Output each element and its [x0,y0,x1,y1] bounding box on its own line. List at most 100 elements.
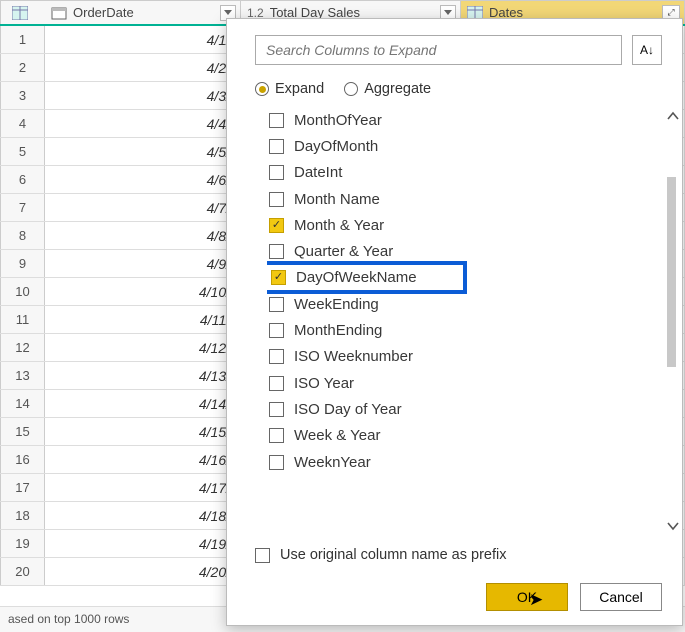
table-icon [12,6,28,20]
row-gutter-header[interactable] [0,1,45,24]
column-option[interactable]: ISO Weeknumber [267,344,650,370]
checkbox-icon [271,270,286,285]
checkbox-icon [269,113,284,128]
radio-aggregate[interactable]: Aggregate [344,81,431,97]
row-number: 3 [0,82,45,109]
cell-orderdate: 4/17/ [45,474,241,501]
checkbox-icon [269,218,284,233]
column-option[interactable]: DayOfMonth [267,133,650,159]
column-option[interactable]: ISO Year [267,370,650,396]
cell-orderdate: 4/3/ [45,82,241,109]
prefix-checkbox[interactable] [255,548,270,563]
column-option[interactable]: DayOfWeekName [267,265,650,291]
scroll-up-icon[interactable] [664,107,682,125]
cell-orderdate: 4/4/ [45,110,241,137]
checkbox-icon [269,455,284,470]
checkbox-icon [269,192,284,207]
row-number: 8 [0,222,45,249]
column-option-label: Week & Year [294,427,380,444]
cell-orderdate: 4/19/ [45,530,241,557]
column-option-label: DateInt [294,164,342,181]
cell-orderdate: 4/14/ [45,390,241,417]
cell-orderdate: 4/5/ [45,138,241,165]
cell-orderdate: 4/13/ [45,362,241,389]
column-option[interactable]: WeeknYear [267,449,650,475]
column-header-label: OrderDate [73,5,134,20]
cell-orderdate: 4/9/ [45,250,241,277]
column-option-label: WeekEnding [294,296,379,313]
radio-label: Aggregate [364,81,431,97]
column-option[interactable]: Month Name [267,186,650,212]
cell-orderdate: 4/18/ [45,502,241,529]
column-option-label: WeeknYear [294,454,371,471]
checkbox-icon [269,139,284,154]
cancel-label: Cancel [599,589,643,605]
column-option-label: DayOfMonth [294,138,378,155]
checkbox-icon [269,244,284,259]
row-number: 14 [0,390,45,417]
radio-expand[interactable]: Expand [255,81,324,97]
row-number: 4 [0,110,45,137]
column-option-label: Month Name [294,191,380,208]
column-option[interactable]: ISO Day of Year [267,396,650,422]
column-header-orderdate[interactable]: OrderDate [45,1,241,24]
row-number: 15 [0,418,45,445]
row-number: 10 [0,278,45,305]
row-number: 6 [0,166,45,193]
prefix-label: Use original column name as prefix [280,547,506,563]
scroll-down-icon[interactable] [664,517,682,535]
scroll-thumb[interactable] [667,177,676,367]
scrollbar[interactable] [664,107,682,535]
column-option-label: ISO Year [294,375,354,392]
calendar-icon [51,6,67,20]
checkbox-icon [269,323,284,338]
radio-icon [344,82,358,96]
row-number: 19 [0,530,45,557]
row-number: 16 [0,446,45,473]
cell-orderdate: 4/10/ [45,278,241,305]
column-option[interactable]: MonthEnding [267,317,650,343]
status-text: ased on top 1000 rows [8,612,129,626]
cell-orderdate: 4/1/ [45,26,241,53]
checkbox-icon [269,297,284,312]
sort-az-icon: A↓ [640,43,654,57]
column-option[interactable]: MonthOfYear [267,107,650,133]
expand-columns-popup: A↓ Expand Aggregate MonthOfYear DayOfMont… [226,18,683,626]
column-option-label: Month & Year [294,217,384,234]
row-number: 5 [0,138,45,165]
checkbox-icon [269,349,284,364]
column-option-label: MonthEnding [294,322,382,339]
column-option[interactable]: WeekEnding [267,291,650,317]
row-number: 13 [0,362,45,389]
cell-orderdate: 4/12/ [45,334,241,361]
row-number: 18 [0,502,45,529]
row-number: 17 [0,474,45,501]
row-number: 1 [0,26,45,53]
row-number: 12 [0,334,45,361]
radio-label: Expand [275,81,324,97]
cell-orderdate: 4/16/ [45,446,241,473]
radio-icon [255,82,269,96]
checkbox-icon [269,376,284,391]
highlighted-option: DayOfWeekName [267,261,467,294]
column-option[interactable]: DateInt [267,160,650,186]
row-number: 7 [0,194,45,221]
checkbox-icon [269,428,284,443]
column-option-label: MonthOfYear [294,112,382,129]
cancel-button[interactable]: Cancel [580,583,662,611]
column-option[interactable]: Week & Year [267,423,650,449]
cell-orderdate: 4/8/ [45,222,241,249]
checkbox-icon [269,165,284,180]
ok-button[interactable]: OK ➤ [486,583,568,611]
checkbox-icon [269,402,284,417]
row-number: 20 [0,558,45,585]
sort-button[interactable]: A↓ [632,35,662,65]
column-option-label: ISO Day of Year [294,401,402,418]
column-option-label: Quarter & Year [294,243,393,260]
search-input[interactable] [255,35,622,65]
cell-orderdate: 4/7/ [45,194,241,221]
column-option[interactable]: Month & Year [267,212,650,238]
ok-label: OK [517,589,537,605]
cell-orderdate: 4/6/ [45,166,241,193]
row-number: 11 [0,306,45,333]
